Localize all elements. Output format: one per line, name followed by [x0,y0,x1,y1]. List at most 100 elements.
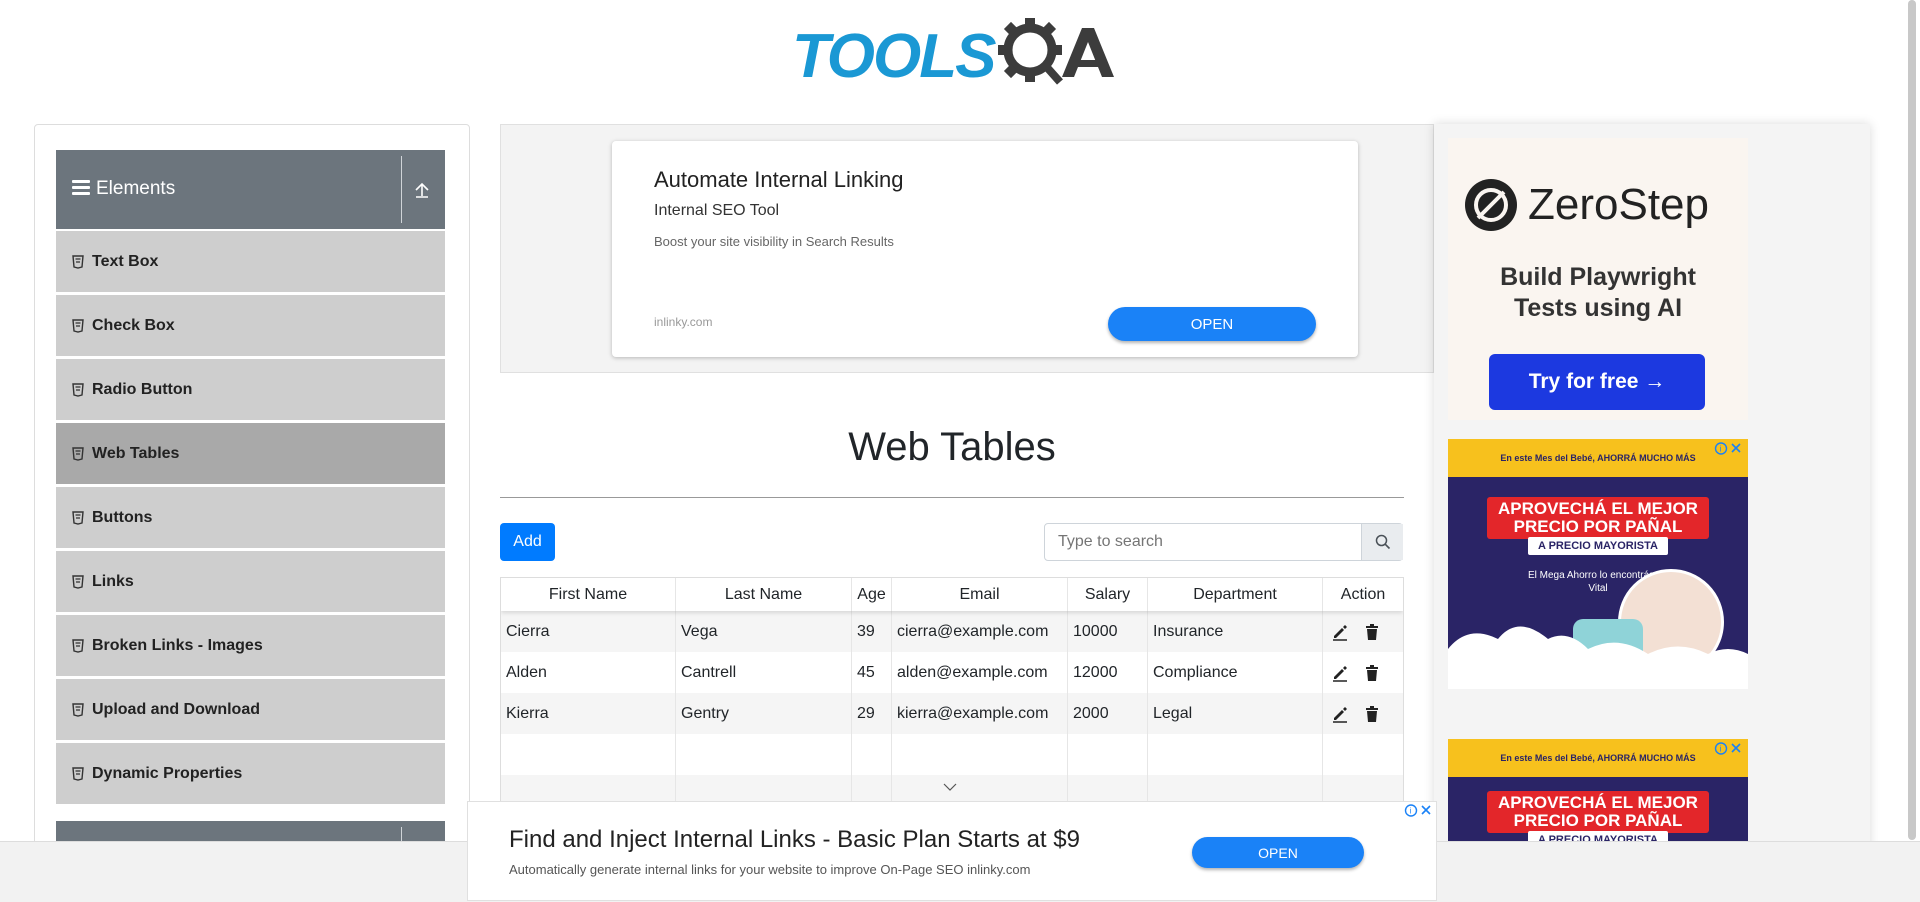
cell-first-name: Alden [501,652,676,693]
svg-text:TOOLS: TOOLS [792,22,996,91]
empty-cell [852,734,892,775]
zerostep-ad[interactable]: ZeroStep Build Playwright Tests using AI… [1448,138,1748,420]
page-scrollbar[interactable] [1905,0,1920,841]
sidebar-item-web-tables[interactable]: Web Tables [56,423,445,484]
promo-headline: APROVECHÁ EL MEJOR PRECIO POR PAÑAL [1487,497,1709,539]
cell-department: Compliance [1148,652,1323,693]
chevron-down-icon[interactable] [943,782,957,792]
cell-age: 39 [852,611,892,652]
empty-cell [676,734,852,775]
cell-department: Legal [1148,693,1323,734]
tagline-line-2: Tests using AI [1513,294,1683,322]
delete-icon[interactable] [1363,623,1381,641]
edit-icon[interactable] [1331,623,1349,641]
diaper-promo-ad-2[interactable]: En este Mes del Bebé, AHORRÁ MUCHO MÁS i… [1448,739,1748,841]
group-title: Elements [96,178,176,199]
empty-cell [892,775,1068,802]
delete-icon[interactable] [1363,664,1381,682]
edit-icon[interactable] [1331,705,1349,723]
clouds-decoration [1448,626,1748,689]
cell-age: 29 [852,693,892,734]
column-header[interactable]: Salary [1068,578,1148,611]
bottom-ad-description: Automatically generate internal links fo… [509,862,1031,877]
cell-department: Insurance [1148,611,1323,652]
column-header[interactable]: Email [892,578,1068,611]
html5-icon [72,766,84,781]
svg-text:i: i [1720,745,1722,754]
top-ad-card[interactable]: Automate Internal Linking Internal SEO T… [612,141,1358,357]
column-header[interactable]: Action [1323,578,1403,611]
title-divider [500,497,1404,498]
column-header[interactable]: Department [1148,578,1323,611]
empty-cell [501,775,676,802]
cell-last-name: Vega [676,611,852,652]
sidebar-item-broken-links[interactable]: Broken Links - Images [56,615,445,676]
try-for-free-button[interactable]: Try for free → [1489,354,1705,410]
header-divider [401,156,402,223]
sidebar-item-links[interactable]: Links [56,551,445,612]
page-title: Web Tables [848,425,1056,469]
elements-group-header[interactable]: Elements [56,150,445,229]
table-row: Kierra Gentry 29 kierra@example.com 2000… [501,693,1403,734]
search-button[interactable] [1361,524,1403,560]
bottom-ad-banner[interactable]: Find and Inject Internal Links - Basic P… [467,801,1437,901]
cell-action [1323,652,1403,693]
cell-last-name: Cantrell [676,652,852,693]
sidebar-item-label: Check Box [92,316,175,334]
sidebar-item-label: Text Box [92,252,159,270]
column-header[interactable]: Last Name [676,578,852,611]
sidebar-item-dynamic-properties[interactable]: Dynamic Properties [56,743,445,804]
html5-icon [72,574,84,589]
sidebar-item-buttons[interactable]: Buttons [56,487,445,548]
promo-headline: APROVECHÁ EL MEJOR PRECIO POR PAÑAL [1487,791,1709,833]
ad-open-button[interactable]: OPEN [1108,307,1316,341]
html5-icon [72,510,84,525]
sidebar-item-label: Links [92,572,134,590]
empty-cell [1148,775,1323,802]
search-input[interactable] [1045,524,1360,560]
table-row: Cierra Vega 39 cierra@example.com 10000 … [501,611,1403,652]
adchoices-icon[interactable]: i [1714,441,1744,456]
adchoices-icon[interactable]: i [1714,741,1744,756]
cell-action [1323,611,1403,652]
empty-cell [501,734,676,775]
left-panel: Elements Text Box Check Box Radio Button… [34,124,470,886]
collapse-up-icon[interactable] [412,180,432,200]
svg-text:i: i [1720,445,1722,454]
html5-icon [72,638,84,653]
empty-cell [1323,734,1403,775]
edit-icon[interactable] [1331,664,1349,682]
cell-first-name: Cierra [501,611,676,652]
table-row-empty [501,734,1403,775]
ad-domain[interactable]: inlinky.com [654,315,712,329]
html5-icon [72,382,84,397]
cell-salary: 10000 [1068,611,1148,652]
zerostep-tagline: Build Playwright Tests using AI [1448,262,1748,324]
sidebar-item-check-box[interactable]: Check Box [56,295,445,356]
zerostep-name: ZeroStep [1528,180,1709,229]
column-header[interactable]: First Name [501,578,676,611]
cell-first-name: Kierra [501,693,676,734]
empty-cell [676,775,852,802]
empty-cell [892,734,1068,775]
sidebar-item-label: Radio Button [92,380,193,398]
sidebar-item-label: Dynamic Properties [92,764,243,782]
cell-salary: 12000 [1068,652,1148,693]
column-header[interactable]: Age [852,578,892,611]
sidebar-item-upload-download[interactable]: Upload and Download [56,679,445,740]
zerostep-logo-icon [1465,179,1517,231]
ad-subheadline: Internal SEO Tool [654,202,780,219]
html5-icon [72,446,84,461]
add-button[interactable]: Add [500,523,555,561]
diaper-promo-ad[interactable]: En este Mes del Bebé, AHORRÁ MUCHO MÁS i… [1448,439,1748,689]
toolsqa-logo[interactable]: TOOLS [790,14,1120,94]
sidebar-item-radio-button[interactable]: Radio Button [56,359,445,420]
svg-text:i: i [1410,807,1412,816]
delete-icon[interactable] [1363,705,1381,723]
scrollbar-thumb[interactable] [1908,0,1916,840]
bottom-ad-open-button[interactable]: OPEN [1192,837,1364,868]
sidebar-item-text-box[interactable]: Text Box [56,231,445,292]
adchoices-icon[interactable]: i [1404,803,1434,818]
promo-subheadline: A PRECIO MAYORISTA [1528,537,1668,555]
empty-cell [1068,775,1148,802]
